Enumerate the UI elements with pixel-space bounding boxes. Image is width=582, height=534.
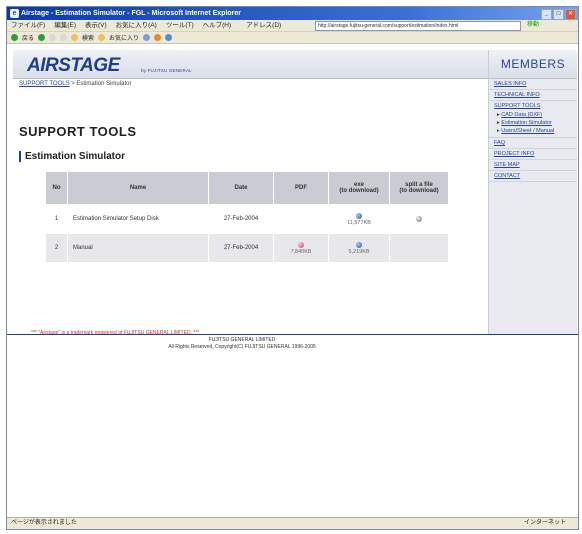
- toolbar: 戻る 検索 お気に入り: [7, 32, 578, 44]
- row-no: 1: [46, 205, 67, 233]
- sidebar-sub-users-sheet[interactable]: ▸ Users/Sheet / Manual: [489, 127, 577, 138]
- col-name: Name: [68, 172, 208, 204]
- status-zone: インターネット: [523, 520, 566, 526]
- menu-view[interactable]: 表示(V): [85, 20, 107, 31]
- print-icon[interactable]: [165, 34, 173, 41]
- breadcrumb: SUPPORT TOOLS > Estimation Simulator: [19, 81, 131, 87]
- menu-favorites[interactable]: お気に入り(A): [116, 20, 157, 31]
- row-date: 27-Feb-2004: [209, 205, 273, 233]
- address-label: アドレス(D): [246, 22, 282, 29]
- refresh-icon[interactable]: [60, 34, 68, 41]
- col-no: No: [46, 172, 67, 204]
- col-pdf: PDF: [274, 172, 328, 204]
- stop-icon[interactable]: [49, 34, 57, 41]
- breadcrumb-support-tools[interactable]: SUPPORT TOOLS: [19, 81, 70, 87]
- mail-icon[interactable]: [154, 34, 162, 41]
- page-title: SUPPORT TOOLS: [19, 124, 137, 139]
- exe-size: 11,577KB: [347, 219, 371, 226]
- pdf-size: 7,840KB: [290, 248, 312, 255]
- row-pdf: [274, 205, 328, 233]
- ie-icon: e: [10, 9, 19, 18]
- menu-help[interactable]: ヘルプ(H): [203, 20, 232, 31]
- members-heading: MEMBERS: [489, 50, 577, 79]
- sidebar-item-support-tools[interactable]: SUPPORT TOOLS: [489, 101, 577, 111]
- exe-size: 5,219KB: [348, 248, 370, 255]
- search-label[interactable]: 検索: [82, 33, 94, 42]
- col-date: Date: [209, 172, 273, 204]
- address-input[interactable]: http://airstage.fujitsu-general.com/supp…: [315, 21, 521, 31]
- table-row: 1 Estimation Simulator Setup Disk 27-Feb…: [46, 205, 448, 233]
- row-exe: 5,219KB: [329, 234, 389, 262]
- footer-copyright: All Rights Reserved, Copyright(C) FUJITS…: [168, 344, 316, 350]
- page-content: AIRSTAGE by FUJITSU GENERAL SUPPORT TOOL…: [7, 44, 578, 517]
- back-icon[interactable]: [11, 34, 18, 41]
- sidebar-item-site-map[interactable]: SITE MAP: [489, 160, 577, 171]
- footer-divider: [7, 334, 578, 335]
- menu-bar: ファイル(F) 編集(E) 表示(V) お気に入り(A) ツール(T) ヘルプ(…: [7, 20, 578, 32]
- exe-download-icon[interactable]: [356, 241, 362, 248]
- row-split: [390, 234, 448, 262]
- row-pdf: 7,840KB: [274, 234, 328, 262]
- title-bar: e Airstage - Estimation Simulator - FGL …: [7, 7, 578, 20]
- table-row: 2 Manual 27-Feb-2004 7,840KB 5,219KB: [46, 234, 448, 262]
- sidebar-sub-cad-data[interactable]: ▸ CAD Data (DXF): [489, 111, 577, 119]
- sidebar-item-faq[interactable]: FAQ: [489, 138, 577, 149]
- sidebar-item-contact[interactable]: CONTACT: [489, 171, 577, 182]
- col-split: split a file (to download): [390, 172, 448, 204]
- back-label[interactable]: 戻る: [22, 33, 34, 42]
- sidebar-item-sales-info[interactable]: SALES INFO: [489, 79, 577, 90]
- browser-window: e Airstage - Estimation Simulator - FGL …: [6, 6, 579, 530]
- status-bar: ページが表示されました インターネット: [7, 517, 578, 529]
- site-header: AIRSTAGE by FUJITSU GENERAL: [13, 50, 488, 79]
- row-split: [390, 205, 448, 233]
- favorites-label[interactable]: お気に入り: [109, 33, 139, 42]
- row-exe: 11,577KB: [329, 205, 389, 233]
- split-download-icon[interactable]: [416, 216, 422, 222]
- menu-edit[interactable]: 編集(E): [54, 20, 76, 31]
- favorites-icon[interactable]: [98, 34, 106, 41]
- exe-download-icon[interactable]: [356, 212, 362, 219]
- go-button[interactable]: 移動: [527, 21, 539, 29]
- logo-subtitle: by FUJITSU GENERAL: [141, 68, 192, 73]
- sidebar-item-technical-info[interactable]: TECHNICAL INFO: [489, 90, 577, 101]
- window-controls: _ □ ×: [541, 9, 576, 20]
- menu-tools[interactable]: ツール(T): [166, 20, 194, 31]
- window-title: Airstage - Estimation Simulator - FGL - …: [21, 10, 242, 17]
- members-sidebar: MEMBERS SALES INFO TECHNICAL INFO SUPPOR…: [488, 50, 577, 334]
- row-date: 27-Feb-2004: [209, 234, 273, 262]
- trademark-notice: *** "Airstage" is a trademark registered…: [31, 330, 200, 336]
- footer-company: FUJITSU GENERAL LIMITED: [208, 337, 276, 343]
- table-header-row: No Name Date PDF exe (to download) split…: [46, 172, 448, 204]
- menu-file[interactable]: ファイル(F): [11, 20, 45, 31]
- breadcrumb-current: Estimation Simulator: [76, 81, 132, 87]
- home-icon[interactable]: [71, 34, 79, 41]
- maximize-button[interactable]: □: [553, 9, 564, 20]
- history-icon[interactable]: [143, 34, 151, 41]
- footer: FUJITSU GENERAL LIMITED All Rights Reser…: [7, 337, 477, 351]
- row-name: Manual: [68, 234, 208, 262]
- status-text: ページが表示されました: [11, 520, 77, 526]
- minimize-button[interactable]: _: [541, 9, 552, 20]
- row-no: 2: [46, 234, 67, 262]
- forward-icon[interactable]: [38, 34, 46, 41]
- sidebar-item-project-info[interactable]: PROJECT INFO: [489, 149, 577, 160]
- col-exe: exe (to download): [329, 172, 389, 204]
- airstage-logo[interactable]: AIRSTAGE: [27, 55, 120, 77]
- close-button[interactable]: ×: [565, 9, 576, 20]
- pdf-download-icon[interactable]: [298, 241, 304, 248]
- row-name: Estimation Simulator Setup Disk: [68, 205, 208, 233]
- section-title: Estimation Simulator: [19, 151, 125, 162]
- download-table: No Name Date PDF exe (to download) split…: [45, 171, 449, 263]
- sidebar-sub-estimation-simulator[interactable]: ▸ Estimation Simulator: [489, 119, 577, 127]
